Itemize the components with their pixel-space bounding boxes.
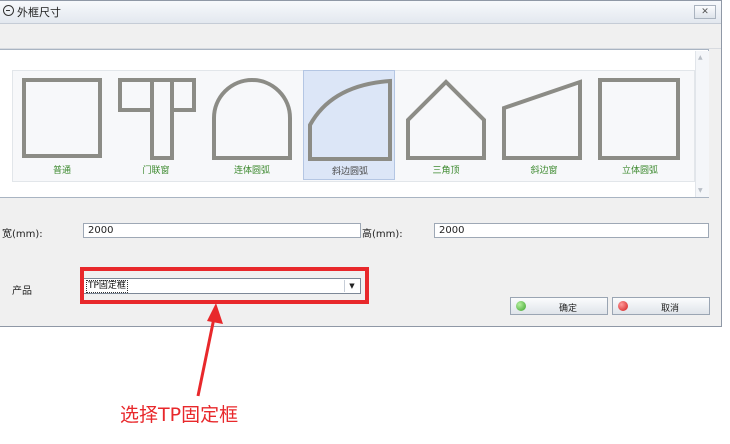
height-label: 高(mm): bbox=[362, 229, 403, 240]
oblique-arc-shape-icon bbox=[308, 78, 392, 161]
shape-label-3d-arc: 立体圆弧 bbox=[621, 166, 658, 176]
shape-label-continuous-arc: 连体圆弧 bbox=[233, 166, 270, 176]
shape-label-oblique-window: 斜边窗 bbox=[530, 166, 558, 176]
width-input[interactable]: 2000 bbox=[83, 223, 361, 238]
toolbar-strip bbox=[0, 24, 721, 49]
window-icon bbox=[3, 5, 14, 16]
cancel-button-label: 取消 bbox=[660, 304, 679, 314]
shape-item-oblique-arc[interactable]: 斜边圆弧 bbox=[303, 70, 395, 180]
shape-item-door-window[interactable]: 门联窗 bbox=[110, 70, 202, 180]
3d-arc-shape-icon bbox=[598, 78, 680, 160]
door-window-shape-icon bbox=[118, 78, 196, 160]
close-button[interactable]: ✕ bbox=[694, 5, 716, 19]
cancel-icon bbox=[618, 301, 628, 311]
ok-button-label: 确定 bbox=[558, 304, 577, 314]
oblique-window-shape-icon bbox=[502, 79, 582, 160]
shape-item-normal[interactable]: 普通 bbox=[16, 70, 108, 180]
ok-button[interactable]: 确定 bbox=[510, 297, 608, 315]
gallery-scrollbar[interactable]: ▲ ▼ bbox=[695, 51, 709, 197]
scroll-up-icon[interactable]: ▲ bbox=[698, 54, 703, 61]
continuous-arc-shape-icon bbox=[212, 78, 292, 160]
shape-item-3d-arc[interactable]: 立体圆弧 bbox=[594, 70, 686, 180]
product-label: 产品 bbox=[12, 286, 32, 297]
shape-item-oblique-window[interactable]: 斜边窗 bbox=[498, 70, 590, 180]
shape-label-door-window: 门联窗 bbox=[142, 166, 170, 176]
annotation-arrow-icon bbox=[196, 303, 223, 397]
annotation-text: 选择TP固定框 bbox=[120, 404, 239, 426]
shape-label-oblique-arc: 斜边圆弧 bbox=[331, 167, 368, 177]
annotation-highlight-box bbox=[80, 267, 369, 304]
title-bar: 外框尺寸 ✕ bbox=[0, 1, 721, 24]
shape-label-triangle-top: 三角顶 bbox=[432, 166, 460, 176]
cancel-button[interactable]: 取消 bbox=[612, 297, 710, 315]
window-title: 外框尺寸 bbox=[17, 6, 61, 19]
check-icon bbox=[516, 301, 526, 311]
shape-label-normal: 普通 bbox=[52, 166, 71, 176]
scroll-down-icon[interactable]: ▼ bbox=[698, 187, 703, 194]
shape-item-triangle-top[interactable]: 三角顶 bbox=[400, 70, 492, 180]
width-label: 宽(mm): bbox=[2, 229, 43, 240]
shape-item-continuous-arc[interactable]: 连体圆弧 bbox=[206, 70, 298, 180]
normal-shape-icon bbox=[22, 78, 102, 158]
height-input[interactable]: 2000 bbox=[434, 223, 709, 238]
triangle-top-shape-icon bbox=[406, 79, 486, 160]
